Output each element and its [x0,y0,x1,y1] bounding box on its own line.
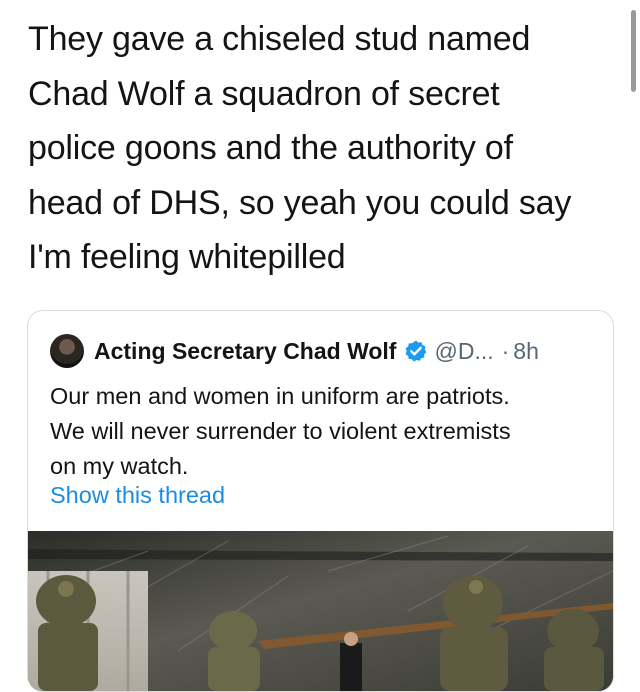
quoted-tweet-card[interactable]: Acting Secretary Chad Wolf @D... · 8h Ou… [27,310,614,692]
quoted-tweet-header: Acting Secretary Chad Wolf @D... · 8h [50,333,539,369]
scrollbar[interactable] [631,10,636,92]
avatar[interactable] [50,334,84,368]
main-tweet-line: I'm feeling whitepilled [28,238,346,276]
main-tweet-text: They gave a chiseled stud named Chad Wol… [28,12,618,285]
main-tweet-line: They gave a chiseled stud named [28,20,531,58]
quoted-tweet-line: We will never surrender to violent extre… [50,418,511,444]
main-tweet-line: police goons and the authority of [28,129,513,167]
photo-officers-in-tactical-gear [28,531,613,691]
verified-badge-icon [405,340,427,362]
quoted-tweet-text: Our men and women in uniform are patriot… [50,379,595,484]
show-thread-link[interactable]: Show this thread [50,482,225,509]
tweet-photo[interactable] [28,531,613,691]
author-handle[interactable]: @D... [434,338,493,365]
quoted-tweet-line: Our men and women in uniform are patriot… [50,383,510,409]
separator-dot: · [501,337,510,364]
main-tweet-line: head of DHS, so yeah you could say [28,183,572,222]
timestamp[interactable]: 8h [513,338,539,365]
author-name[interactable]: Acting Secretary Chad Wolf [94,338,396,365]
quoted-tweet-line: on my watch. [50,453,189,479]
main-tweet-line: Chad Wolf a squadron of secret [28,74,500,113]
